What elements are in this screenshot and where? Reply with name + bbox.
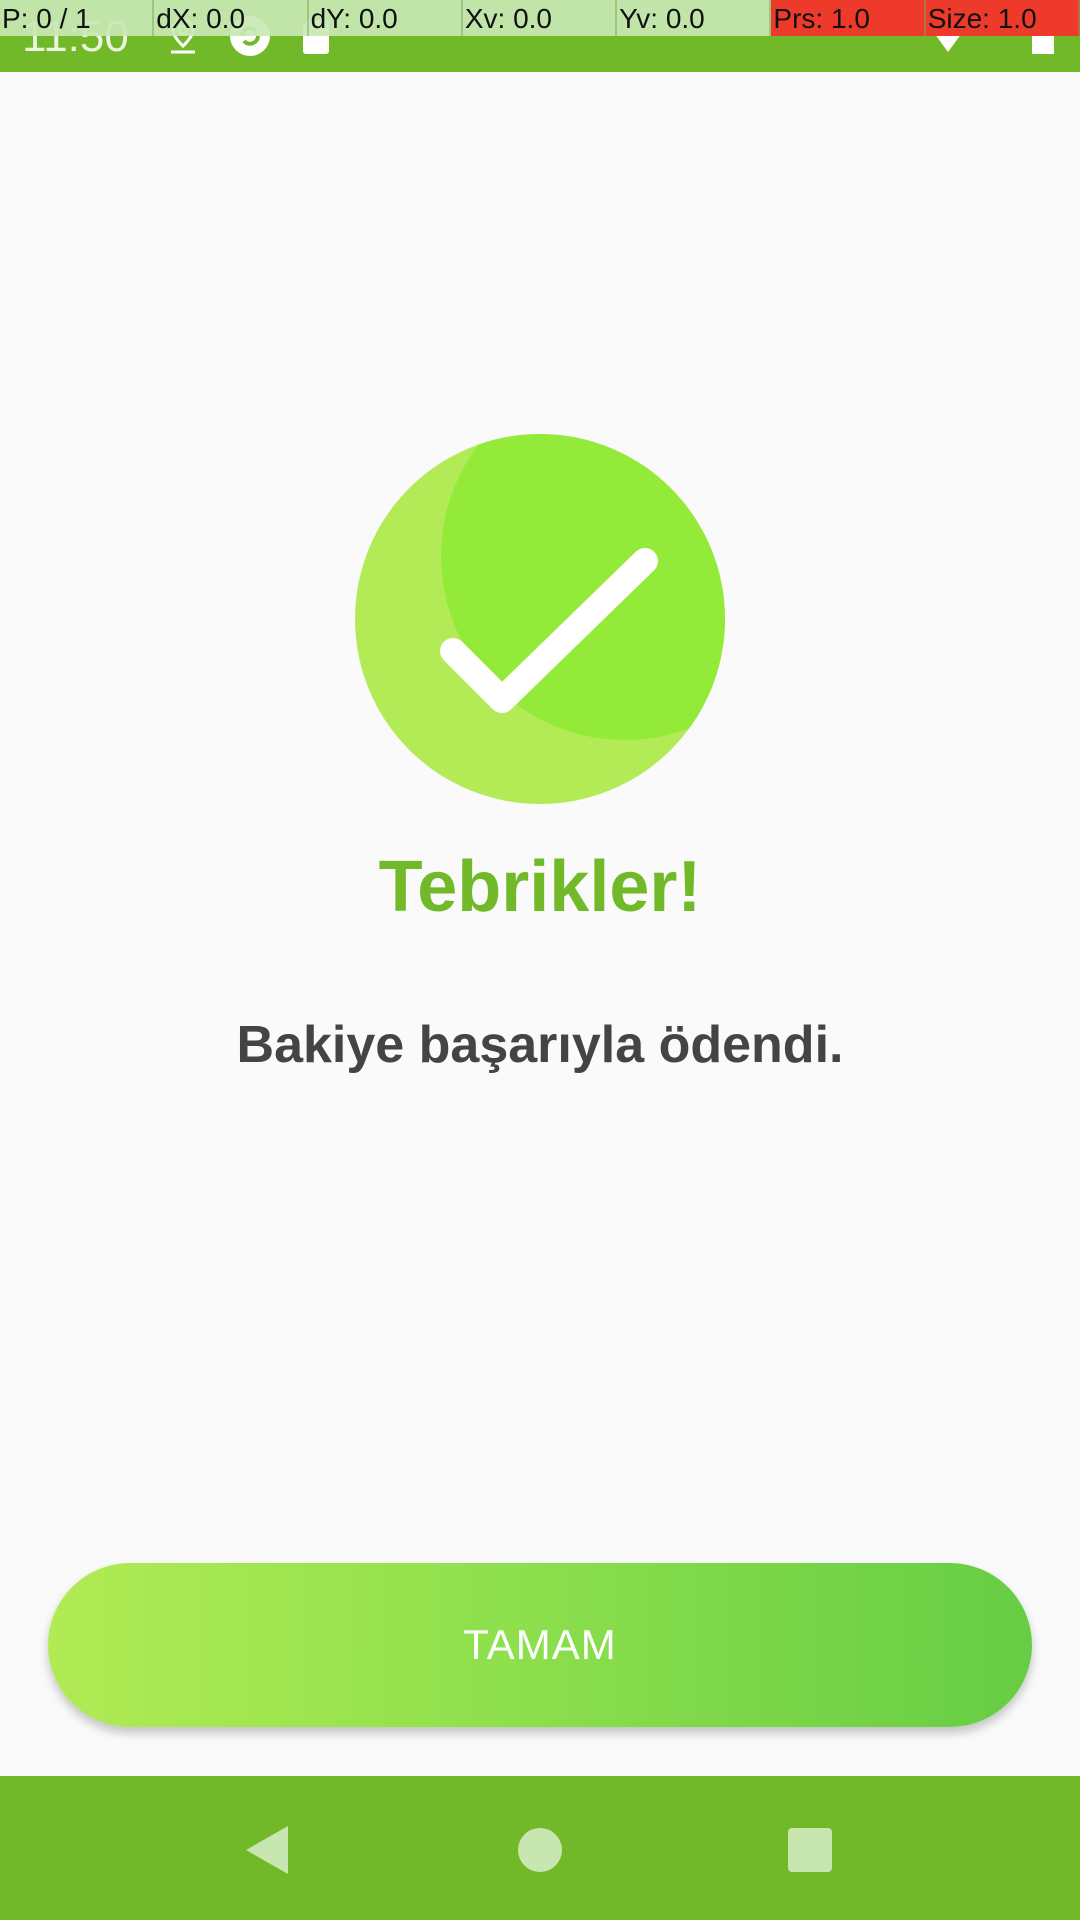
pointer-pressure: Prs: 1.0 xyxy=(771,0,926,36)
back-icon[interactable] xyxy=(240,1820,300,1880)
pointer-xv: Xv: 0.0 xyxy=(462,0,618,36)
screen: 11:50 P: 0 / 1 dX: 0.0 dY: 0.0 Xv: 0.0 Y… xyxy=(0,0,1080,1920)
success-message: Bakiye başarıyla ödendi. xyxy=(236,1016,844,1074)
ok-button[interactable]: TAMAM xyxy=(48,1563,1032,1727)
pointer-size: Size: 1.0 xyxy=(925,0,1080,36)
pointer-yv: Yv: 0.0 xyxy=(617,0,772,36)
pointer-dx: dX: 0.0 xyxy=(154,0,309,36)
navigation-bar xyxy=(0,1776,1080,1920)
home-icon[interactable] xyxy=(510,1820,570,1880)
success-title: Tebrikler! xyxy=(378,847,702,927)
recents-icon[interactable] xyxy=(780,1820,840,1880)
success-checkmark-icon xyxy=(355,434,725,804)
pointer-overlay: P: 0 / 1 dX: 0.0 dY: 0.0 Xv: 0.0 Yv: 0.0… xyxy=(0,0,1080,36)
pointer-count: P: 0 / 1 xyxy=(0,0,155,36)
pointer-dy: dY: 0.0 xyxy=(308,0,463,36)
